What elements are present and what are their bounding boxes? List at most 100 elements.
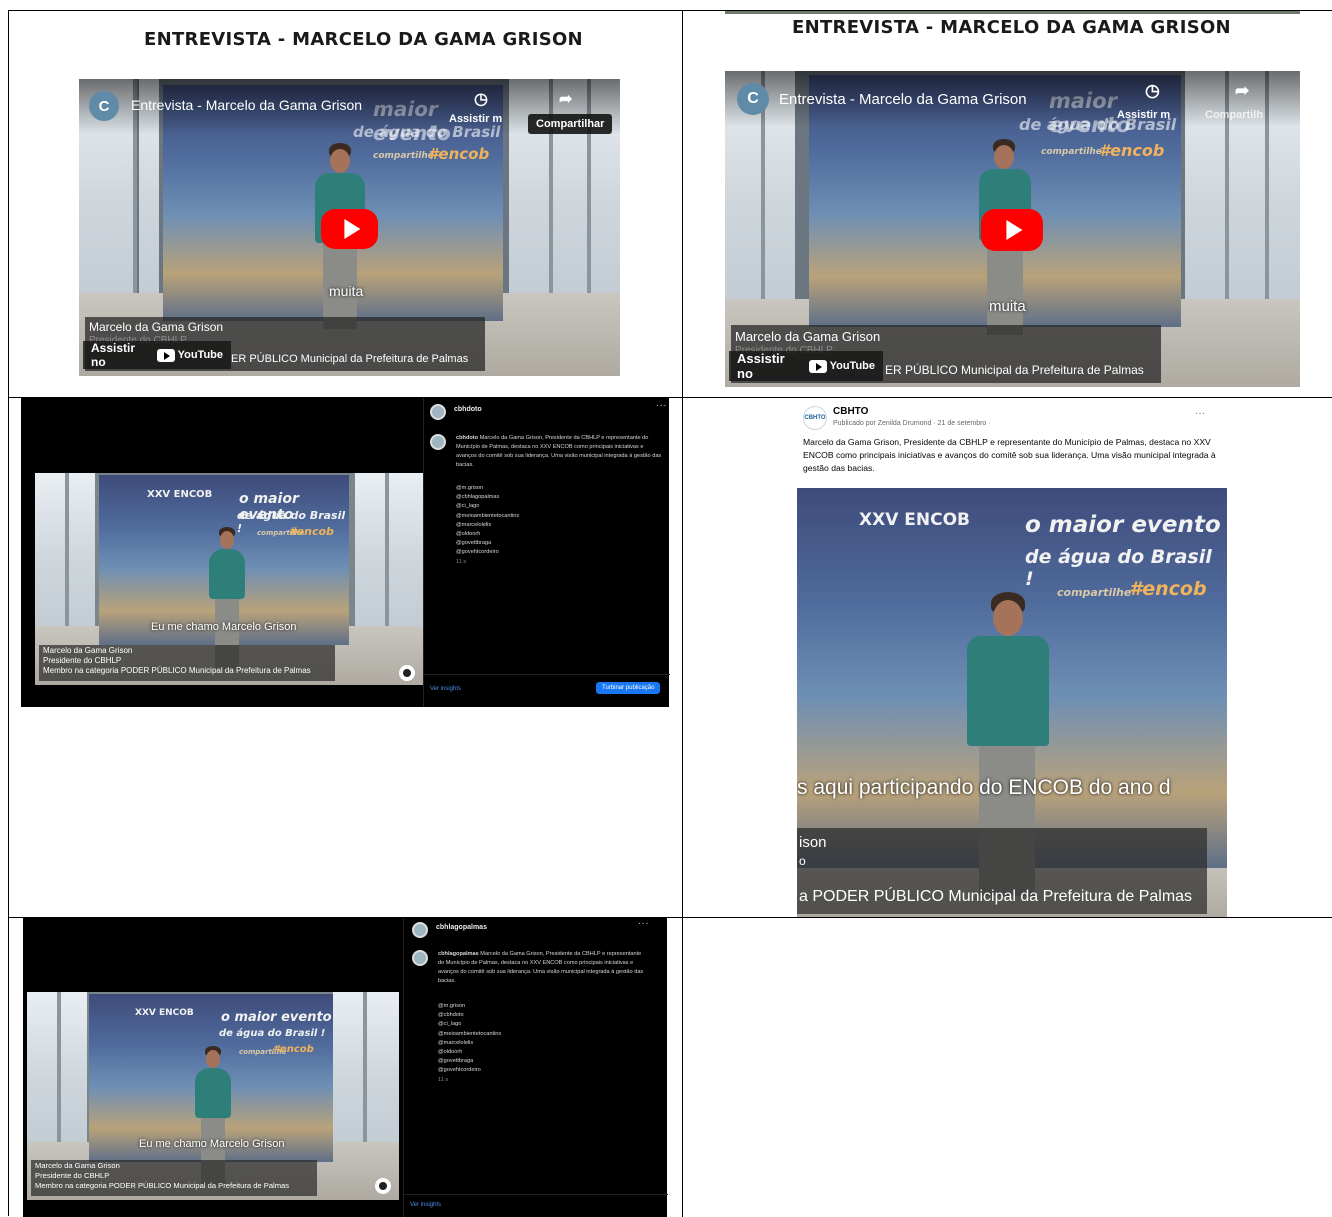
post-sidebar: cbhlagopalmas ... cbhlagopalmas Marcelo …: [403, 918, 668, 1217]
view-insights-link[interactable]: Ver insights: [430, 686, 461, 692]
tag-link[interactable]: @govehtcordeiro: [456, 548, 519, 557]
tag-link[interactable]: @m.grison: [438, 1002, 501, 1011]
instagram-post: XXV ENCOB o maior evento de água do Bras…: [21, 398, 670, 707]
caption-name: Marcelo da Gama Grison: [35, 1161, 120, 1170]
profile-avatar[interactable]: [412, 922, 428, 938]
banner-title: XXV ENCOB: [147, 489, 213, 500]
tag-link[interactable]: @meioambientetocantins: [456, 512, 519, 521]
watch-on-youtube-button[interactable]: Assistir no YouTube: [729, 351, 883, 381]
interview-heading: ENTREVISTA - MARCELO DA GAMA GRISON: [792, 17, 1231, 38]
youtube-player[interactable]: maior evento de água do Brasil compartil…: [79, 79, 620, 376]
watch-on-label: Assistir no: [91, 341, 136, 369]
more-options-icon[interactable]: ···: [1195, 408, 1205, 419]
page-avatar[interactable]: CBHTO: [803, 406, 827, 430]
audio-toggle-icon[interactable]: [399, 665, 415, 681]
tag-link[interactable]: @govettbraga: [456, 539, 519, 548]
channel-avatar[interactable]: C: [89, 91, 119, 121]
share-icon[interactable]: ➦: [559, 89, 572, 109]
caption-category: Membro na categoria PODER PÚBLICO Munici…: [43, 666, 311, 675]
top-crop-strip: [725, 11, 1300, 14]
watch-later-label[interactable]: Assistir m: [449, 113, 502, 125]
banner-share-text: compartilhe: [373, 151, 434, 161]
banner-share-text: compartilhe: [1057, 586, 1132, 599]
reel-video[interactable]: XXV ENCOB o maior evento de água do Bras…: [27, 992, 399, 1200]
caption-avatar: [412, 950, 428, 966]
banner-headline: o maior evento: [1025, 512, 1221, 538]
youtube-player[interactable]: maior evento de água do Brasil compartil…: [725, 71, 1300, 387]
tag-link[interactable]: @marcelolelis: [438, 1039, 501, 1048]
tag-list: @m.grison @cbhlagopalmas @ci_lago @meioa…: [456, 484, 519, 567]
tag-link[interactable]: @govettbraga: [438, 1057, 501, 1066]
post-time: 11 s: [456, 558, 467, 565]
audio-toggle-icon[interactable]: [375, 1178, 391, 1194]
caption-avatar: [430, 434, 446, 450]
post-video[interactable]: XXV ENCOB o maior evento de água do Bras…: [797, 488, 1227, 917]
subtitle-text: muita: [329, 283, 364, 299]
subtitle-text: muita: [989, 298, 1026, 315]
banner-hashtag: #encob: [289, 525, 334, 538]
caption-username[interactable]: cbhdoto: [456, 435, 478, 441]
lower-third-caption: Marcelo da Gama Grison Presidente do CBH…: [39, 645, 335, 681]
view-insights-link[interactable]: Ver insights: [410, 1202, 441, 1208]
post-caption: cbhdoto Marcelo da Gama Grison, Presiden…: [456, 434, 662, 470]
more-options-icon[interactable]: ...: [638, 918, 649, 927]
banner-headline: o maior evento: [221, 1010, 332, 1025]
caption-username[interactable]: cbhlagopalmas: [438, 951, 479, 957]
tag-link[interactable]: @oldoorh: [438, 1048, 501, 1057]
post-caption: cbhlagopalmas Marcelo da Gama Grison, Pr…: [438, 950, 648, 986]
play-button[interactable]: [321, 209, 378, 249]
watch-on-label: Assistir no: [737, 351, 785, 381]
channel-avatar[interactable]: C: [737, 83, 769, 115]
post-text: Marcelo da Gama Grison, Presidente da CB…: [803, 437, 1216, 473]
play-button[interactable]: [981, 209, 1043, 251]
username-header[interactable]: cbhdoto: [454, 406, 482, 413]
caption-category: ER PÚBLICO Municipal da Prefeitura de Pa…: [231, 353, 469, 365]
watch-later-icon[interactable]: ◷: [474, 89, 488, 109]
caption-role: o: [799, 854, 806, 868]
banner-title: XXV ENCOB: [135, 1008, 194, 1018]
tag-link[interactable]: @m.grison: [456, 484, 519, 493]
caption-category: Membro na categoria PODER PÚBLICO Munici…: [35, 1181, 290, 1190]
watch-on-youtube-button[interactable]: Assistir no YouTube: [83, 341, 231, 369]
action-divider: [424, 674, 670, 675]
caption-text: Marcelo da Gama Grison, Presidente da CB…: [456, 435, 662, 468]
lower-third-caption: ison o a PODER PÚBLICO Municipal da Pref…: [797, 828, 1207, 914]
watch-later-label[interactable]: Assistir m: [1117, 109, 1170, 121]
cell-empty: [683, 918, 1332, 1217]
more-options-icon[interactable]: ...: [656, 398, 667, 409]
share-label[interactable]: Compartilh: [1205, 109, 1263, 121]
post-sidebar: cbhdoto ... cbhdoto Marcelo da Gama Gris…: [423, 398, 670, 707]
share-tooltip: Compartilhar: [528, 114, 613, 134]
page-name[interactable]: CBHTO: [833, 406, 868, 417]
subtitle-text: Eu me chamo Marcelo Grison: [139, 1138, 285, 1150]
caption-name: Marcelo da Gama Grison: [43, 646, 133, 655]
tag-link[interactable]: @cbhdoto: [438, 1011, 501, 1020]
watch-later-icon[interactable]: ◷: [1145, 81, 1160, 101]
tag-link[interactable]: @govehtcordeiro: [438, 1066, 501, 1075]
facebook-post: CBHTO CBHTO Publicado por Zenilda Drumon…: [797, 398, 1233, 917]
banner-share-text: compartilhe: [1041, 147, 1102, 157]
caption-category: a PODER PÚBLICO Municipal da Prefeitura …: [799, 888, 1193, 905]
tag-link[interactable]: @cbhlagopalmas: [456, 493, 519, 502]
tag-link[interactable]: @meioambientetocantins: [438, 1030, 501, 1039]
share-icon[interactable]: ➦: [1235, 81, 1249, 101]
tag-link[interactable]: @ci_lago: [438, 1020, 501, 1029]
banner-hashtag: #encob: [428, 145, 490, 163]
profile-avatar[interactable]: [430, 404, 446, 420]
banner-hashtag: #encob: [1129, 578, 1207, 600]
tag-link[interactable]: @marcelolelis: [456, 521, 519, 530]
video-title[interactable]: Entrevista - Marcelo da Gama Grison: [131, 97, 362, 113]
tag-link[interactable]: @oldoorh: [456, 530, 519, 539]
banner-hashtag: #encob: [1099, 141, 1165, 160]
subtitle-text: s aqui participando do ENCOB do ano d: [797, 776, 1171, 799]
banner-subline: de água do Brasil !: [219, 1028, 326, 1039]
boost-post-button[interactable]: Turbinar publicação: [596, 682, 661, 694]
caption-category: ER PÚBLICO Municipal da Prefeitura de Pa…: [885, 363, 1144, 377]
tag-link[interactable]: @ci_lago: [456, 502, 519, 511]
username-header[interactable]: cbhlagopalmas: [436, 924, 487, 931]
tag-list: @m.grison @cbhdoto @ci_lago @meioambient…: [438, 1002, 501, 1085]
cell-instagram-2: XXV ENCOB o maior evento de água do Bras…: [9, 918, 683, 1217]
reel-video[interactable]: XXV ENCOB o maior evento de água do Bras…: [35, 473, 423, 685]
instagram-post: XXV ENCOB o maior evento de água do Bras…: [23, 918, 668, 1217]
video-title[interactable]: Entrevista - Marcelo da Gama Grison: [779, 91, 1027, 108]
